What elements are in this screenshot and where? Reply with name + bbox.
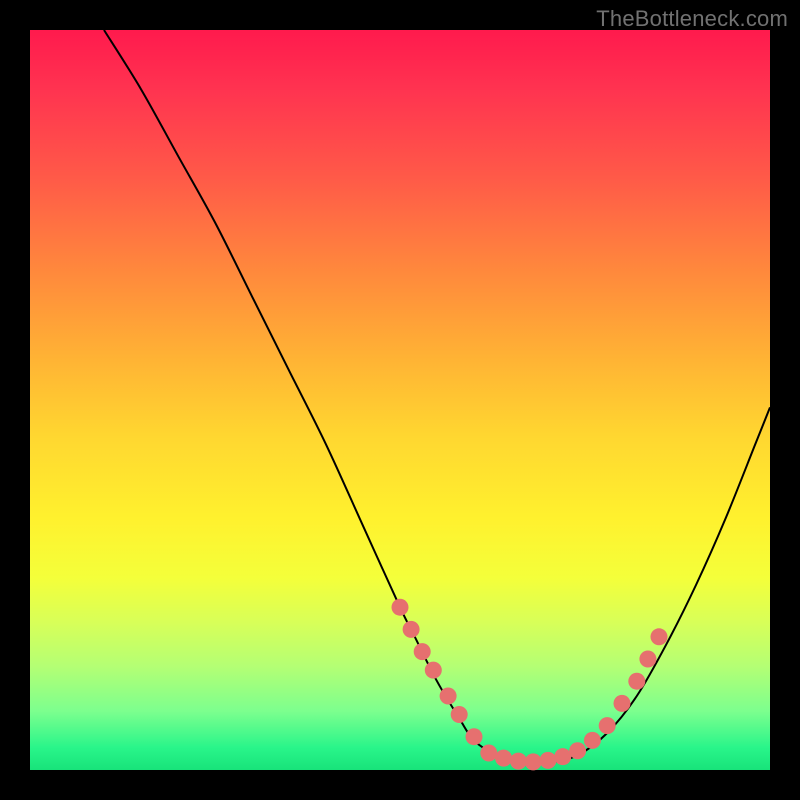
marker-dot [414, 643, 431, 660]
marker-dot [425, 662, 442, 679]
marker-dot [495, 750, 512, 767]
marker-dot [628, 673, 645, 690]
marker-dot [639, 651, 656, 668]
marker-dot [510, 753, 527, 770]
marker-dot [540, 752, 557, 769]
marker-dot [554, 748, 571, 765]
plot-area [30, 30, 770, 770]
watermark-label: TheBottleneck.com [596, 6, 788, 32]
marker-dot [480, 744, 497, 761]
marker-dot [451, 706, 468, 723]
marker-dot [525, 753, 542, 770]
marker-dot [392, 599, 409, 616]
marker-dot [614, 695, 631, 712]
marker-dot [403, 621, 420, 638]
marker-dot [466, 728, 483, 745]
marker-dot [440, 688, 457, 705]
marker-dot [651, 628, 668, 645]
marker-dot [569, 742, 586, 759]
curve-layer [30, 30, 770, 770]
bottleneck-curve [104, 30, 770, 764]
marker-dots [392, 599, 668, 771]
chart-frame: TheBottleneck.com [0, 0, 800, 800]
marker-dot [599, 717, 616, 734]
marker-dot [584, 732, 601, 749]
